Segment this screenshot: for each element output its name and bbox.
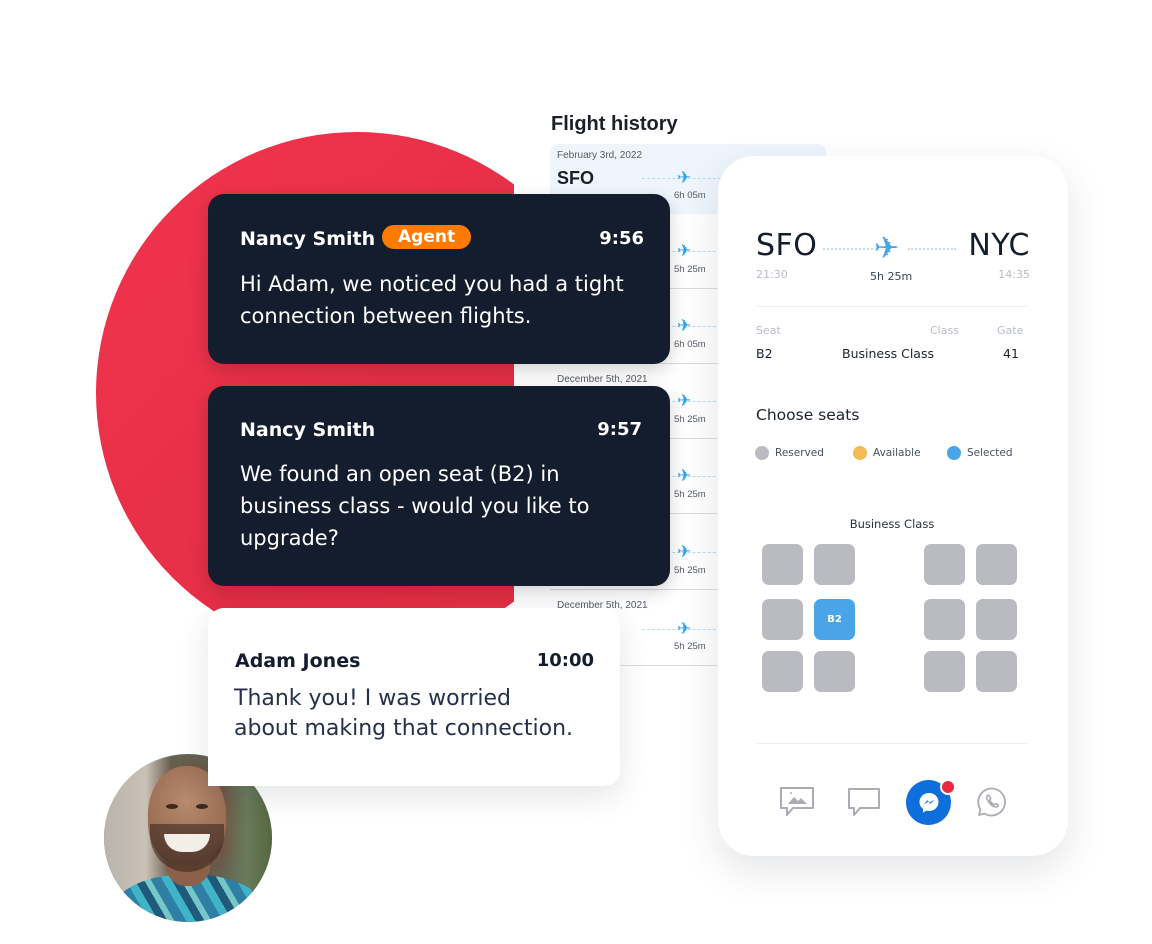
whatsapp-icon (977, 787, 1006, 817)
class-label: Class (930, 324, 959, 337)
sender-name: Nancy Smith (240, 419, 376, 441)
seat-selected[interactable]: B2 (814, 599, 855, 640)
flight-history-title: Flight history (551, 113, 678, 135)
flight-duration: 5h 25m (870, 270, 913, 283)
plane-icon: ✈ (677, 168, 692, 188)
chat-message-customer: Adam Jones 10:00 Thank you! I was worrie… (208, 608, 620, 786)
plane-icon: ✈ (677, 542, 692, 562)
available-dot-icon (853, 446, 867, 460)
plane-icon: ✈ (874, 231, 900, 266)
chat-message-agent: Nancy Smith Agent 9:56 Hi Adam, we notic… (208, 194, 670, 364)
legend-label: Reserved (775, 447, 824, 459)
legend-available: Available (853, 446, 921, 460)
depart-time: 21:30 (756, 268, 788, 281)
seat-reserved[interactable] (976, 544, 1017, 585)
chat-bubble-icon (848, 788, 880, 816)
message-line: business class - would you like to (240, 494, 590, 518)
message-line: Thank you! I was worried (234, 686, 511, 711)
legend-label: Selected (967, 447, 1013, 459)
cabin-label: Business Class (718, 517, 1068, 531)
origin-code: SFO (756, 228, 818, 263)
seat-reserved[interactable] (976, 651, 1017, 692)
seat-reserved[interactable] (762, 651, 803, 692)
seat-reserved[interactable] (762, 599, 803, 640)
route-line (823, 248, 873, 250)
message-line: about making that connection. (234, 716, 574, 741)
plane-icon: ✈ (677, 619, 692, 639)
image-message-icon (780, 787, 814, 816)
sender-name: Nancy Smith (240, 228, 376, 250)
plane-icon: ✈ (677, 316, 692, 336)
flight-origin: SFO (557, 168, 595, 188)
arrive-time: 14:35 (998, 268, 1030, 281)
gate-label: Gate (997, 324, 1024, 337)
booking-card: SFO 21:30 ✈ 5h 25m NYC 14:35 Seat Class … (718, 156, 1068, 856)
message-line: Hi Adam, we noticed you had a tight (240, 272, 624, 296)
whatsapp-channel-button[interactable] (972, 782, 1012, 822)
seat-reserved[interactable] (814, 651, 855, 692)
message-time: 10:00 (536, 650, 594, 671)
message-line: connection between flights. (240, 304, 532, 328)
seat-reserved[interactable] (924, 599, 965, 640)
destination-code: NYC (968, 228, 1030, 263)
legend-selected: Selected (947, 446, 1013, 460)
seat-reserved[interactable] (924, 651, 965, 692)
class-value: Business Class (842, 346, 934, 361)
seat-reserved[interactable] (762, 544, 803, 585)
flight-duration: 6h 05m (674, 190, 706, 201)
flight-duration: 5h 25m (674, 641, 706, 652)
divider (756, 743, 1028, 744)
reserved-dot-icon (755, 446, 769, 460)
message-time: 9:56 (599, 228, 644, 249)
seat-reserved[interactable] (976, 599, 1017, 640)
gate-value: 41 (1003, 346, 1019, 361)
divider (756, 306, 1028, 307)
plane-icon: ✈ (677, 466, 692, 486)
sender-name: Adam Jones (235, 650, 361, 672)
message-text: Thank you! I was worried about making th… (234, 684, 573, 744)
chat-message-agent: Nancy Smith 9:57 We found an open seat (… (208, 386, 670, 586)
message-line: We found an open seat (B2) in (240, 462, 560, 486)
message-text: We found an open seat (B2) in business c… (240, 458, 589, 554)
seat-reserved[interactable] (924, 544, 965, 585)
flight-duration: 5h 25m (674, 489, 706, 500)
plane-icon: ✈ (677, 391, 692, 411)
sms-mms-channel-button[interactable] (778, 782, 818, 822)
message-time: 9:57 (597, 419, 642, 440)
flight-duration: 5h 25m (674, 264, 706, 275)
message-line: upgrade? (240, 526, 339, 550)
flight-duration: 5h 25m (674, 565, 706, 576)
cabin-label-text: Business Class (849, 517, 935, 531)
legend-reserved: Reserved (755, 446, 824, 460)
notification-dot-icon (940, 779, 956, 795)
seat-value: B2 (756, 346, 773, 361)
flight-date: December 5th, 2021 (557, 374, 648, 385)
message-text: Hi Adam, we noticed you had a tight conn… (240, 268, 624, 332)
seat-label: Seat (756, 324, 781, 337)
selected-dot-icon (947, 446, 961, 460)
choose-seats-heading: Choose seats (756, 406, 860, 424)
plane-icon: ✈ (677, 241, 692, 261)
flight-duration: 6h 05m (674, 339, 706, 350)
agent-badge: Agent (382, 225, 472, 249)
legend-label: Available (873, 447, 921, 459)
flight-date: February 3rd, 2022 (557, 150, 643, 161)
route-line (908, 248, 956, 250)
chat-channel-button[interactable] (844, 782, 884, 822)
messenger-icon (919, 792, 938, 812)
flight-duration: 5h 25m (674, 414, 706, 425)
seat-reserved[interactable] (814, 544, 855, 585)
